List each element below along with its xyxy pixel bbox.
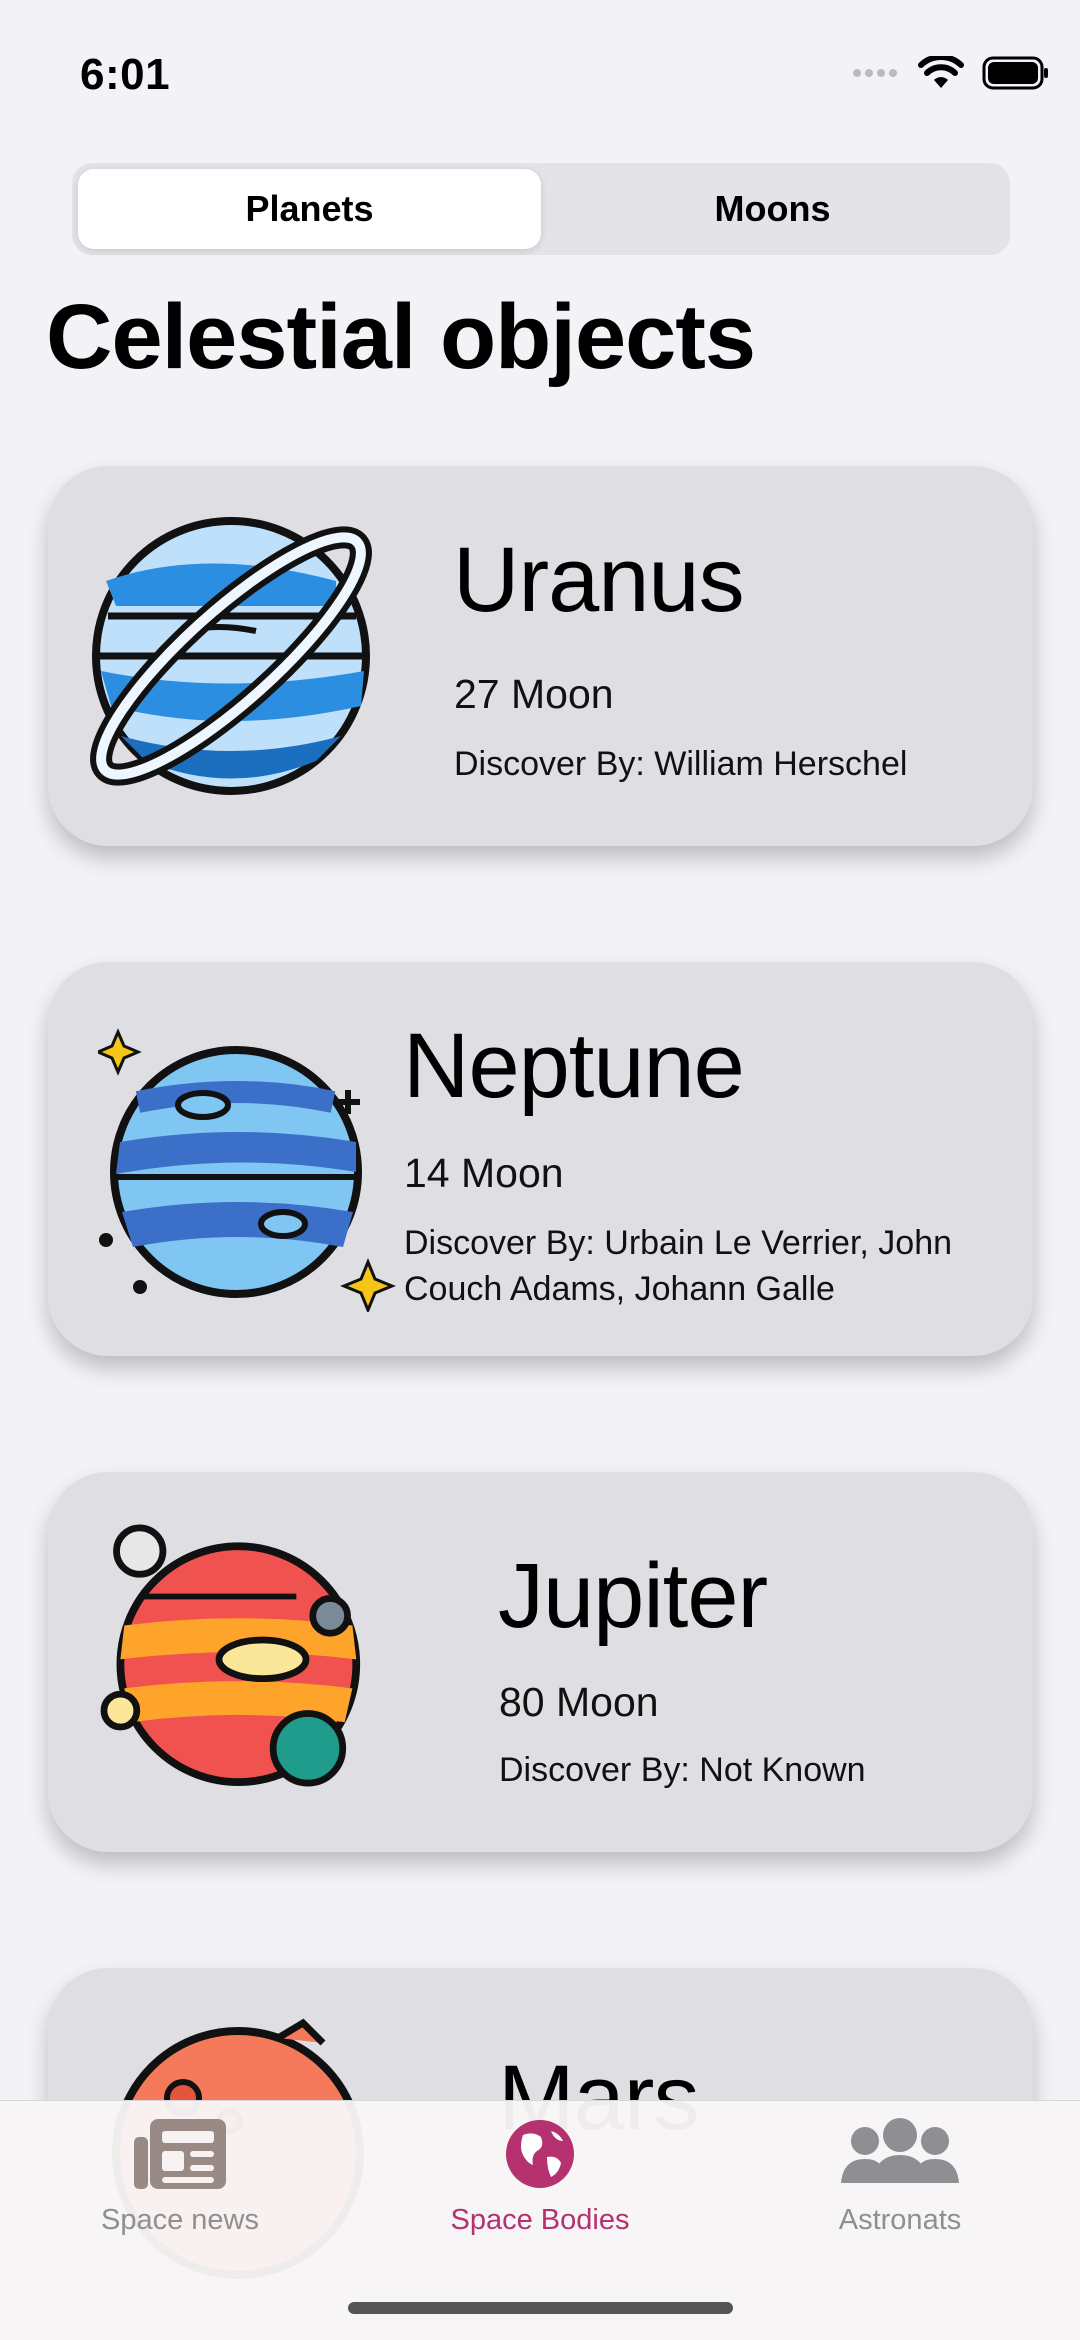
moon-count: 80 Moon [499, 1679, 659, 1725]
people-group-icon [841, 2118, 959, 2183]
tab-space-bodies[interactable]: Space Bodies [390, 2117, 690, 2237]
planet-name: Jupiter [498, 1545, 768, 1647]
segment-moons[interactable]: Moons [541, 169, 1004, 249]
discovered-by: Discover By: William Herschel [454, 745, 908, 783]
planet-card-uranus[interactable]: Uranus 27 Moon Discover By: William Hers… [48, 466, 1033, 846]
moon-count: 14 Moon [404, 1150, 564, 1196]
segment-planets[interactable]: Planets [78, 169, 541, 249]
moon-count: 27 Moon [454, 671, 614, 717]
planet-card-jupiter[interactable]: Jupiter 80 Moon Discover By: Not Known [48, 1472, 1033, 1852]
jupiter-planet-icon [100, 1524, 361, 1787]
signal-icon [853, 69, 897, 77]
screen: 6:01 Planets Moons Celestial objects Ura… [0, 0, 1080, 2340]
planet-name: Neptune [403, 1015, 745, 1117]
status-time: 6:01 [80, 50, 171, 99]
planet-card-neptune[interactable]: Neptune 14 Moon Discover By: Urbain Le V… [48, 962, 1033, 1356]
tab-label-space-news: Space news [101, 2204, 259, 2236]
status-bar: 6:01 [0, 0, 1080, 150]
discovered-by: Discover By: Urbain Le Verrier, John Cou… [404, 1224, 953, 1308]
newspaper-icon [134, 2119, 226, 2189]
page-title: Celestial objects [46, 286, 756, 388]
home-indicator[interactable] [348, 2302, 733, 2314]
globe-icon [506, 2120, 574, 2188]
tab-space-news[interactable]: Space news [30, 2117, 330, 2237]
tab-astronauts[interactable]: Astronats [750, 2117, 1050, 2237]
battery-icon [982, 56, 1048, 90]
uranus-planet-icon [90, 517, 372, 795]
tab-label-astronauts: Astronats [838, 2204, 962, 2236]
tab-label-space-bodies: Space Bodies [450, 2204, 630, 2236]
wifi-icon [918, 56, 964, 88]
planets-moons-segmented-control: Planets Moons [72, 163, 1010, 255]
planet-name: Uranus [453, 529, 745, 631]
discovered-by: Discover By: Not Known [499, 1751, 866, 1789]
neptune-planet-icon [98, 1028, 396, 1312]
status-icons [852, 56, 1050, 90]
